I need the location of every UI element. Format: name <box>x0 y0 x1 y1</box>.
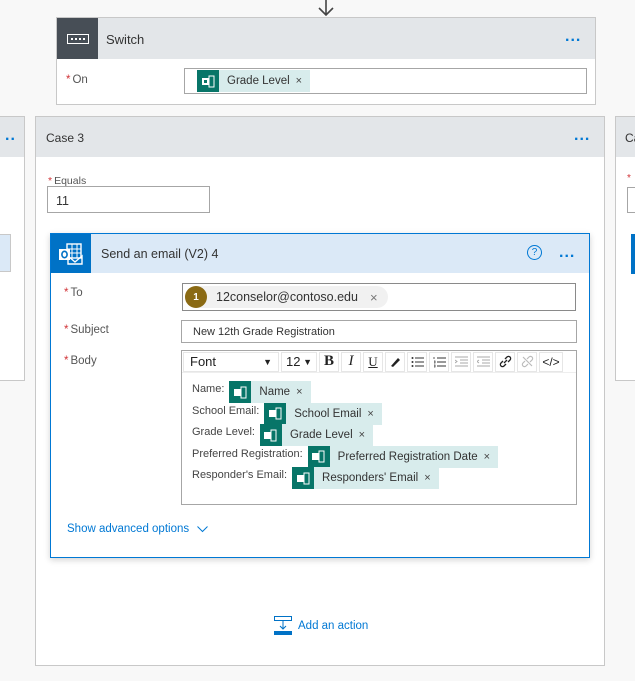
font-dropdown[interactable]: Font ▼ <box>183 351 279 372</box>
forms-icon <box>197 70 219 92</box>
body-editor[interactable]: Font ▼ 12 ▼ B I U </> Name: Name × School E… <box>181 350 577 505</box>
case-left-card: .. <box>0 116 25 381</box>
send-email-title: Send an email (V2) 4 <box>101 247 219 261</box>
school-email-token[interactable]: School Email × <box>264 402 382 425</box>
numbered-list-button[interactable] <box>429 351 449 372</box>
case-left-more-button[interactable]: .. <box>5 128 16 144</box>
add-action-button[interactable]: Add an action <box>274 616 368 635</box>
forms-icon <box>229 381 252 403</box>
link-button[interactable] <box>495 351 515 372</box>
responders-email-token[interactable]: Responders' Email × <box>292 467 439 489</box>
rich-text-toolbar: Font ▼ 12 ▼ B I U </> <box>182 351 576 373</box>
subject-input[interactable]: New 12th Grade Registration <box>181 320 577 343</box>
case3-more-button[interactable]: ... <box>574 128 590 144</box>
italic-button[interactable]: I <box>341 351 361 372</box>
forms-icon <box>307 445 330 468</box>
forms-icon <box>259 424 282 446</box>
bold-button[interactable]: B <box>319 351 339 372</box>
send-email-header[interactable]: Send an email (V2) 4 ? ... <box>51 234 589 273</box>
body-line-preferred-registration: Preferred Registration: Preferred Regist… <box>192 445 499 468</box>
switch-card: Switch ... * On Grade Level × <box>56 17 596 105</box>
name-token[interactable]: Name × <box>229 381 311 403</box>
unlink-icon <box>521 355 533 368</box>
recipient-chip[interactable]: 1 12conselor@contoso.edu × <box>185 286 388 308</box>
preferred-registration-date-token[interactable]: Preferred Registration Date × <box>307 445 499 468</box>
indent-icon <box>454 356 468 366</box>
show-advanced-options-link[interactable]: Show advanced options <box>67 523 208 535</box>
pen-icon <box>391 357 400 367</box>
body-line-grade-level: Grade Level: Grade Level × <box>192 424 498 446</box>
case-right-action-card[interactable] <box>631 234 635 274</box>
on-input[interactable]: Grade Level × <box>184 68 587 94</box>
numbered-list-icon <box>433 356 446 367</box>
remove-token-icon[interactable]: × <box>484 451 490 463</box>
case-right-title: Ca <box>625 131 635 145</box>
outlook-icon <box>51 234 91 273</box>
case3-header[interactable]: Case 3 ... <box>36 117 604 157</box>
font-size-dropdown[interactable]: 12 ▼ <box>281 351 317 372</box>
remove-token-icon[interactable]: × <box>367 408 373 420</box>
case3-title: Case 3 <box>46 131 85 145</box>
switch-icon <box>57 18 98 59</box>
case-right-card: Ca * <box>615 116 635 381</box>
equals-input[interactable]: 11 <box>47 186 210 213</box>
indent-button[interactable] <box>451 351 471 372</box>
chevron-down-icon <box>197 525 208 532</box>
remove-token-icon[interactable]: × <box>296 386 302 398</box>
outdent-icon <box>476 356 490 366</box>
help-icon[interactable]: ? <box>527 245 542 260</box>
forms-icon <box>292 467 315 489</box>
case-left-action-card[interactable] <box>0 234 11 272</box>
unlink-button[interactable] <box>517 351 537 372</box>
send-email-card: Send an email (V2) 4 ? ... * To 1 12conse… <box>50 233 590 558</box>
switch-title: Switch <box>106 32 145 47</box>
remove-token-icon[interactable]: × <box>359 429 365 441</box>
grade-level-token[interactable]: Grade Level × <box>259 424 374 446</box>
link-icon <box>499 355 511 368</box>
add-action-icon <box>274 616 292 635</box>
remove-token-icon[interactable]: × <box>296 75 302 87</box>
to-label: * To <box>64 287 83 299</box>
underline-button[interactable]: U <box>363 351 383 372</box>
bullet-list-icon <box>411 356 424 367</box>
code-view-button[interactable]: </> <box>539 351 563 372</box>
highlight-button[interactable] <box>385 351 405 372</box>
switch-header[interactable]: Switch ... <box>57 18 595 59</box>
forms-icon <box>264 402 287 425</box>
remove-recipient-icon[interactable]: × <box>370 290 378 305</box>
bullet-list-button[interactable] <box>407 351 427 372</box>
avatar: 1 <box>185 286 207 308</box>
subject-label: * Subject <box>64 324 109 336</box>
arrow-down-icon <box>318 0 334 16</box>
outdent-button[interactable] <box>473 351 493 372</box>
on-label: * On <box>66 74 88 86</box>
switch-more-button[interactable]: ... <box>565 29 581 45</box>
body-label: * Body <box>64 355 97 367</box>
send-email-more-button[interactable]: ... <box>559 245 575 261</box>
body-line-school-email: School Email: School Email × <box>192 402 498 425</box>
body-line-responders-email: Responder's Email: Responders' Email × <box>192 467 498 489</box>
remove-token-icon[interactable]: × <box>424 472 430 484</box>
grade-level-token[interactable]: Grade Level × <box>197 70 311 92</box>
to-input[interactable]: 1 12conselor@contoso.edu × <box>182 283 576 311</box>
case-right-equals-input[interactable] <box>627 187 635 213</box>
body-line-name: Name: Name × <box>192 381 498 403</box>
body-content[interactable]: Name: Name × School Email: School Email × … <box>192 381 499 489</box>
recipient-address: 12conselor@contoso.edu <box>216 290 358 304</box>
